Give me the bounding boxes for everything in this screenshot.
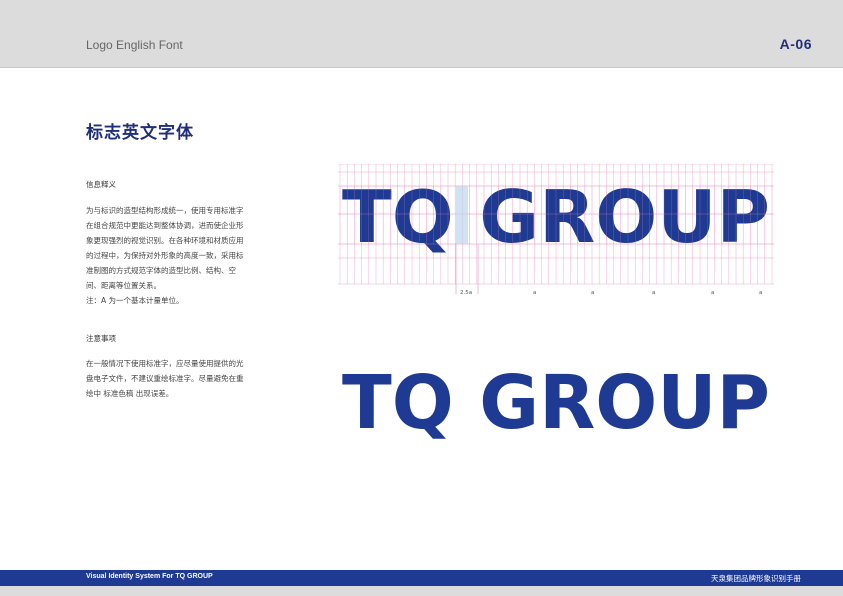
footer-bar: Visual Identity System For TQ GROUP 天泉集团… [0, 570, 843, 586]
info-note: 注：A 为一个基本计量单位。 [86, 296, 184, 305]
section-english-title: Logo English Font [86, 38, 183, 52]
info-line: 在组合规范中更能达到整体协调，进而使企业形 [86, 221, 244, 230]
footer-strip [0, 586, 843, 596]
measure-label: a [533, 290, 536, 296]
logo-wordmark: TQ GROUP [342, 360, 770, 444]
measure-label: a [591, 290, 594, 296]
info-line: 为与标识的造型结构形成统一，使用专用标准字 [86, 206, 244, 215]
info-heading: 信息释义 [86, 180, 116, 189]
notes-line: 在一般情况下使用标准字，应尽量使用提供的光 [86, 359, 244, 368]
info-line: 准制图的方式规范字体的造型比例、结构、空 [86, 266, 236, 275]
footer-left-text: Visual Identity System For TQ GROUP [86, 573, 213, 580]
notes-heading: 注意事项 [86, 334, 116, 343]
logo-construction-diagram: TQ GROUP 2.5a a a a a a [338, 164, 774, 296]
notes-line: 绘中 标准色稿 出现误差。 [86, 389, 174, 398]
info-line: 的过程中，为保持对外形象的高度一致，采用标 [86, 251, 244, 260]
measure-label: a [652, 290, 655, 296]
page-code: A-06 [779, 36, 812, 52]
measure-label: 2.5a [460, 290, 472, 296]
info-paragraph: 为与标识的造型结构形成统一，使用专用标准字 在组合规范中更能达到整体协调，进而使… [86, 203, 261, 308]
header-bar: Logo English Font A-06 [0, 0, 843, 68]
logo-wordmark-final: TQ GROUP [342, 360, 770, 444]
info-line: 象更现强烈的视觉识别。在各种环境和材质应用 [86, 236, 244, 245]
footer-right-text: 天泉集团品牌形象识别手册 [711, 574, 801, 583]
measure-label: a [711, 290, 714, 296]
notes-line: 盘电子文件，不建议重绘标准字。尽量避免在重 [86, 374, 244, 383]
notes-paragraph: 在一般情况下使用标准字，应尽量使用提供的光 盘电子文件，不建议重绘标准字。尽量避… [86, 356, 261, 401]
info-line: 间、距离等位置关系。 [86, 281, 161, 290]
page-title: 标志英文字体 [86, 123, 194, 143]
measure-label: a [759, 290, 762, 296]
